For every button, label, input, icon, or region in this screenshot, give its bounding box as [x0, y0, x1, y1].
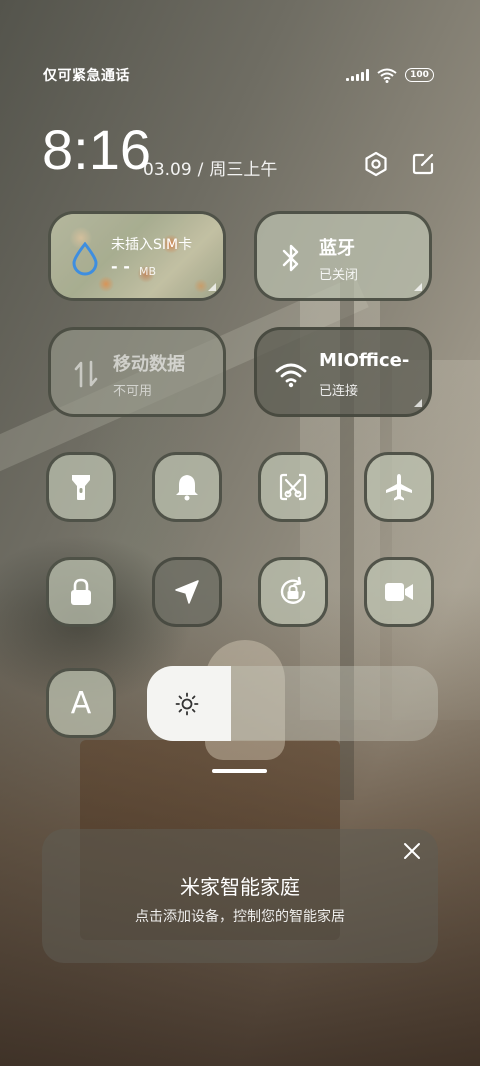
battery-level: 100	[410, 70, 429, 80]
wifi-icon	[273, 360, 309, 390]
screenshot-toggle[interactable]	[258, 452, 328, 522]
data-usage-unit: MB	[139, 265, 157, 278]
battery-icon: 100	[405, 68, 434, 82]
bluetooth-title: 蓝牙	[319, 238, 355, 259]
bluetooth-tile[interactable]: 蓝牙 已关闭	[254, 211, 432, 301]
wifi-status: 已连接	[319, 384, 359, 399]
smart-home-subtitle: 点击添加设备，控制您的智能家居	[135, 909, 345, 925]
location-toggle[interactable]	[152, 557, 222, 627]
airplane-mode-toggle[interactable]	[364, 452, 434, 522]
date-value: 03.09	[143, 160, 192, 180]
sim-status-title: 未插入SIM卡	[111, 237, 193, 253]
wifi-icon	[377, 68, 397, 83]
screen-record-toggle[interactable]	[364, 557, 434, 627]
flashlight-icon	[72, 475, 90, 500]
status-bar: 仅可紧急通话 100	[43, 64, 434, 86]
close-icon[interactable]	[402, 841, 422, 861]
bluetooth-icon	[275, 242, 307, 274]
airplane-icon	[386, 474, 412, 501]
ring-mode-toggle[interactable]	[152, 452, 222, 522]
status-icons: 100	[346, 68, 434, 83]
auto-brightness-icon: A	[70, 685, 92, 721]
wifi-network-name: MIOffice-	[319, 350, 410, 371]
mobile-data-icon	[71, 358, 101, 390]
bell-icon	[176, 475, 198, 501]
smart-home-title: 米家智能家庭	[180, 875, 300, 899]
expand-corner-icon	[208, 283, 216, 291]
auto-brightness-toggle[interactable]: A	[46, 668, 116, 738]
mobile-data-status: 不可用	[113, 384, 153, 399]
data-drop-icon	[69, 242, 101, 276]
wifi-tile[interactable]: MIOffice- 已连接	[254, 327, 432, 417]
bluetooth-status: 已关闭	[319, 268, 359, 283]
mobile-data-tile[interactable]: 移动数据 不可用	[48, 327, 226, 417]
mobile-data-title: 移动数据	[113, 354, 185, 375]
screenshot-icon	[279, 473, 307, 501]
lock-icon	[71, 578, 91, 605]
weekday-text: 周三上午	[209, 160, 278, 180]
expand-corner-icon	[414, 399, 422, 407]
smart-home-card[interactable]: 米家智能家庭 点击添加设备，控制您的智能家居	[42, 829, 438, 963]
sun-icon	[175, 692, 199, 716]
data-usage-value: - -	[111, 257, 130, 276]
carrier-text: 仅可紧急通话	[43, 68, 130, 84]
date-text[interactable]: 03.09/周三上午	[143, 155, 277, 180]
sim-card-tile[interactable]: 未插入SIM卡 - - MB	[48, 211, 226, 301]
flashlight-toggle[interactable]	[46, 452, 116, 522]
location-icon	[175, 580, 199, 604]
edit-icon[interactable]	[409, 150, 437, 178]
video-camera-icon	[385, 583, 413, 601]
signal-icon	[346, 69, 369, 81]
lock-screen-toggle[interactable]	[46, 557, 116, 627]
clock-time[interactable]: 8:16	[42, 118, 151, 182]
brightness-slider[interactable]	[147, 666, 438, 741]
rotation-lock-toggle[interactable]	[258, 557, 328, 627]
settings-icon[interactable]	[362, 150, 390, 178]
rotation-lock-icon	[280, 576, 306, 604]
drag-handle[interactable]	[212, 769, 267, 773]
expand-corner-icon	[414, 283, 422, 291]
